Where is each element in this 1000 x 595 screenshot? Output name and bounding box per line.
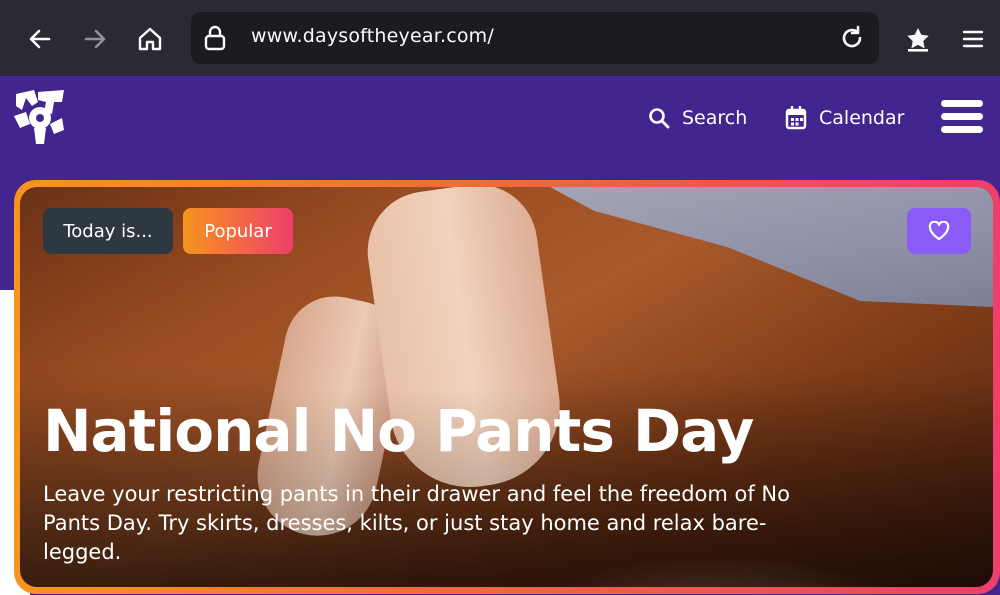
bookmarks-button[interactable] [898,19,938,59]
home-button[interactable] [130,19,170,59]
arrow-left-icon [29,29,51,49]
dot-logo-icon[interactable] [12,88,68,146]
home-icon [138,27,162,51]
arrow-right-icon [84,29,106,49]
menu-bar [941,100,983,107]
site-menu-button[interactable] [941,100,983,134]
today-badge[interactable]: Today is... [43,208,173,254]
calendar-label: Calendar [819,107,905,129]
hamburger-menu-icon [962,30,984,48]
calendar-icon [785,106,807,130]
reload-icon[interactable] [839,25,865,51]
back-button[interactable] [20,19,60,59]
search-icon [649,108,670,129]
page-title[interactable]: National No Pants Day [43,392,943,470]
favorite-button[interactable] [907,208,971,254]
search-label: Search [682,107,748,129]
star-bookmark-icon [907,28,929,52]
menu-bar [941,113,983,120]
heart-icon [928,221,950,241]
calendar-link[interactable]: Calendar [785,104,904,132]
browser-toolbar: www.daysoftheyear.com/ [0,0,1000,76]
lock-icon [204,25,226,51]
browser-menu-button[interactable] [953,19,993,59]
address-bar[interactable]: www.daysoftheyear.com/ [191,12,879,64]
popular-badge[interactable]: Popular [183,208,293,254]
url-text[interactable]: www.daysoftheyear.com/ [251,25,494,47]
hero-description: Leave your restricting pants in their dr… [43,482,790,564]
search-link[interactable]: Search [648,104,747,132]
menu-bar [941,126,983,133]
forward-button[interactable] [75,19,115,59]
